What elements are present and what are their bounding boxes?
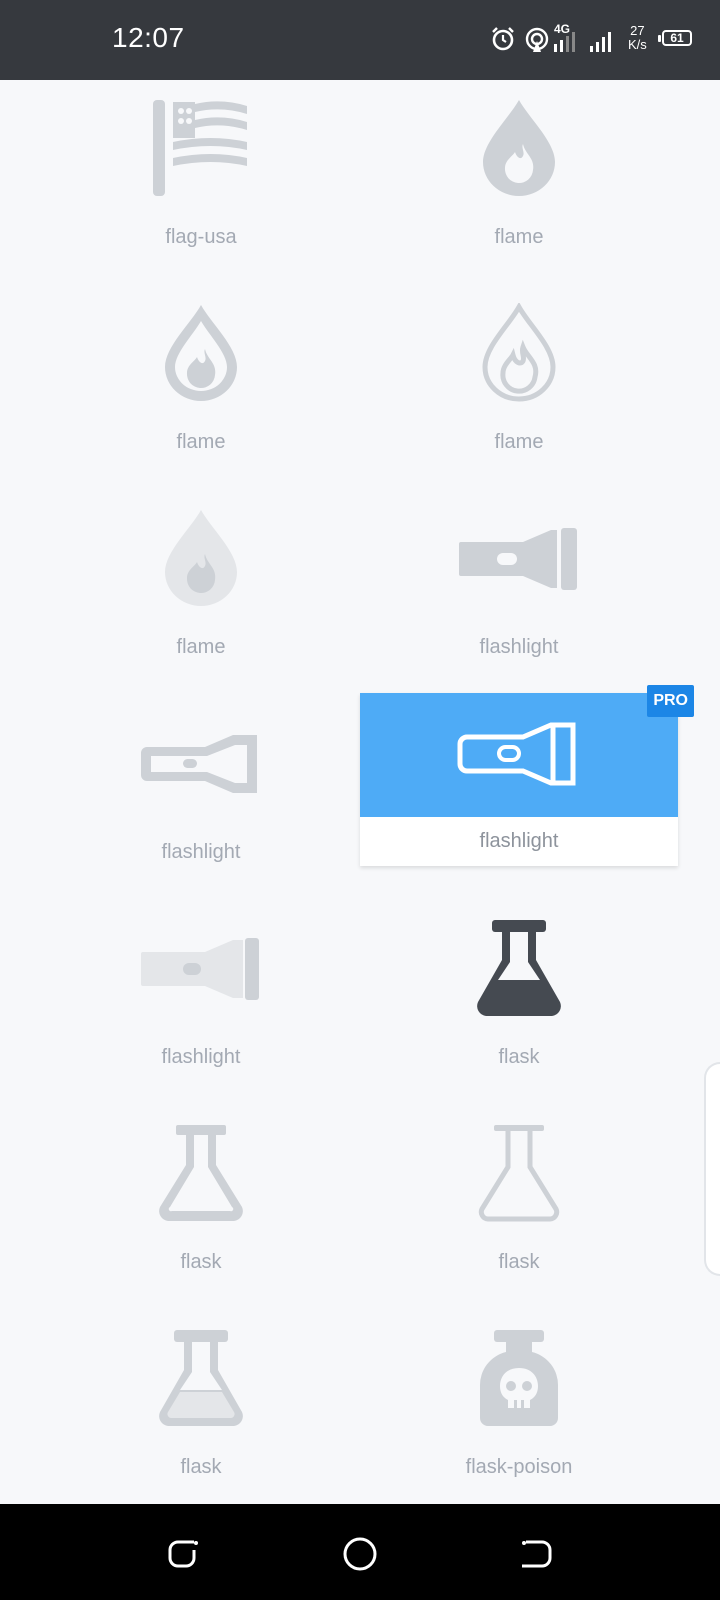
icon-card[interactable]: flame [42, 490, 360, 663]
recent-apps-icon[interactable] [164, 1534, 204, 1574]
back-icon[interactable] [516, 1534, 556, 1574]
icon-card-selected[interactable]: PRO flashlight [360, 685, 694, 866]
flask-regular-icon [42, 1123, 360, 1227]
icon-card[interactable]: flag-usa [42, 80, 360, 253]
icon-label: flag-usa [165, 226, 237, 248]
battery-icon: 61 [658, 30, 692, 46]
hotspot-icon [525, 27, 549, 52]
icon-card[interactable]: flashlight [42, 695, 360, 868]
flame-duotone-icon [42, 508, 360, 612]
icon-label: flask [498, 1251, 540, 1273]
pro-badge: PRO [647, 685, 694, 717]
status-bar: 12:07 4G 27 K/s 61 [0, 0, 720, 80]
icon-card[interactable]: flame [42, 285, 360, 458]
icon-card[interactable]: flame [360, 285, 678, 458]
flask-duotone-icon [42, 1328, 360, 1432]
side-drawer-handle[interactable] [704, 1062, 720, 1276]
status-icons: 4G 27 K/s 61 [490, 22, 700, 58]
home-icon[interactable] [340, 1534, 380, 1574]
network-speed: 27 K/s [628, 24, 647, 52]
icon-card[interactable]: flask-poison [360, 1310, 678, 1483]
icon-label: flask [498, 1046, 540, 1068]
icon-label: flashlight [479, 636, 559, 658]
flask-solid-icon [360, 918, 678, 1022]
icon-label: flame [176, 431, 226, 453]
icon-label: flame [176, 636, 226, 658]
icon-label: flask-poison [465, 1456, 573, 1478]
icon-label: flame [494, 226, 544, 248]
signal-icon [590, 32, 611, 52]
flask-poison-icon [360, 1328, 678, 1432]
flashlight-light-icon [360, 703, 678, 807]
icon-label: flask [180, 1251, 222, 1273]
icon-card[interactable]: flashlight [42, 900, 360, 1073]
icon-label: flame [494, 431, 544, 453]
navigation-bar [0, 1504, 720, 1600]
icon-card[interactable]: flask [42, 1310, 360, 1483]
icon-card[interactable]: flask [42, 1105, 360, 1278]
icon-card[interactable]: flask [360, 1105, 678, 1278]
icon-card[interactable]: flask [360, 900, 678, 1073]
speed-unit: K/s [628, 37, 647, 52]
flame-solid-icon [360, 98, 678, 202]
flashlight-duotone-icon [42, 918, 360, 1022]
speed-value: 27 [630, 23, 645, 38]
flame-regular-icon [42, 303, 360, 407]
flashlight-regular-icon [42, 713, 360, 817]
icon-label: flask [180, 1456, 222, 1478]
icon-card[interactable]: flashlight [360, 490, 678, 663]
flame-light-icon [360, 303, 678, 407]
signal-4g-icon [554, 32, 575, 52]
icon-label: flashlight [161, 841, 241, 863]
icon-card[interactable]: flame [360, 80, 678, 253]
icon-grid: flag-usa flame flame flame flame flashli… [0, 80, 720, 1504]
flask-light-icon [360, 1123, 678, 1227]
flag-usa-icon [42, 98, 360, 202]
alarm-icon [492, 27, 514, 51]
icon-label: flashlight [479, 830, 559, 852]
flashlight-solid-icon [360, 508, 678, 612]
icon-label: flashlight [161, 1046, 241, 1068]
status-time: 12:07 [112, 22, 185, 53]
